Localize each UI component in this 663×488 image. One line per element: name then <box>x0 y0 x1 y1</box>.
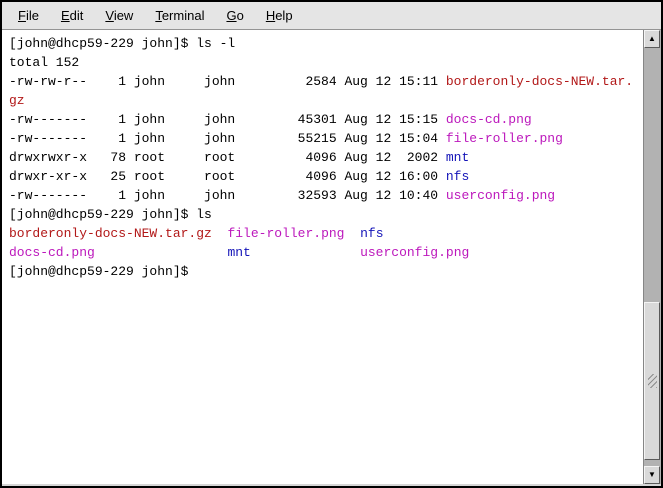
terminal-line: -rw-rw-r-- 1 john john 2584 Aug 12 15:11… <box>9 72 643 91</box>
terminal-output[interactable]: [john@dhcp59-229 john]$ ls -l total 152 -r… <box>2 30 643 484</box>
terminal-line: [john@dhcp59-229 john]$ <box>9 262 643 281</box>
terminal-text-segment: nfs <box>446 169 469 184</box>
terminal-text-segment: nfs <box>360 226 383 241</box>
terminal-text-segment: mnt <box>446 150 469 165</box>
terminal-line: docs-cd.png mnt userconfig.png <box>9 243 643 262</box>
terminal-text-segment: -rw------- 1 john john 55215 Aug 12 15:0… <box>9 131 446 146</box>
terminal-window: File Edit View Terminal Go Help [john@dh… <box>0 0 663 488</box>
terminal-text-segment: drwxr-xr-x 25 root root 4096 Aug 12 16:0… <box>9 169 446 184</box>
terminal-text-segment: [john@dhcp59-229 john]$ <box>9 264 196 279</box>
menu-item-label: F <box>18 8 26 23</box>
terminal-text-segment: gz <box>9 93 25 108</box>
menu-item-label: o <box>237 8 244 23</box>
terminal-body: [john@dhcp59-229 john]$ ls -l total 152 -r… <box>2 30 661 486</box>
terminal-text-segment: docs-cd.png <box>446 112 532 127</box>
menu-item-label: ile <box>26 8 39 23</box>
terminal-text-segment <box>95 245 228 260</box>
terminal-line: -rw------- 1 john john 45301 Aug 12 15:1… <box>9 110 643 129</box>
terminal-text-segment: file-roller.png <box>446 131 563 146</box>
menu-item-label: erminal <box>162 8 205 23</box>
terminal-line: borderonly-docs-NEW.tar.gz file-roller.p… <box>9 224 643 243</box>
menu-bar: File Edit View Terminal Go Help <box>2 2 661 30</box>
menu-item-label: V <box>105 8 113 23</box>
terminal-text-segment <box>212 226 228 241</box>
terminal-text-segment <box>251 245 360 260</box>
scrollbar-thumb[interactable] <box>644 302 660 460</box>
terminal-line: drwxrwxr-x 78 root root 4096 Aug 12 2002… <box>9 148 643 167</box>
menu-item-label: G <box>226 8 236 23</box>
terminal-line: -rw------- 1 john john 55215 Aug 12 15:0… <box>9 129 643 148</box>
terminal-text-segment: file-roller.png <box>227 226 344 241</box>
menu-item-label: iew <box>114 8 134 23</box>
terminal-text-segment: drwxrwxr-x 78 root root 4096 Aug 12 2002 <box>9 150 446 165</box>
terminal-line: [john@dhcp59-229 john]$ ls <box>9 205 643 224</box>
terminal-text-segment: [john@dhcp59-229 john]$ ls -l <box>9 36 235 51</box>
scroll-down-button[interactable]: ▼ <box>644 466 660 484</box>
scroll-up-icon: ▲ <box>648 35 656 43</box>
scrollbar-grip-icon <box>648 374 657 388</box>
scroll-up-button[interactable]: ▲ <box>644 30 660 48</box>
scroll-down-icon: ▼ <box>648 471 656 479</box>
terminal-line: -rw------- 1 john john 32593 Aug 12 10:4… <box>9 186 643 205</box>
menu-item-label: dit <box>70 8 84 23</box>
menu-item-go[interactable]: Go <box>215 5 254 26</box>
terminal-text-segment: borderonly-docs-NEW.tar. <box>446 74 633 89</box>
terminal-text-segment: -rw------- 1 john john 45301 Aug 12 15:1… <box>9 112 446 127</box>
menu-item-file[interactable]: File <box>7 5 50 26</box>
terminal-text-segment <box>344 226 360 241</box>
terminal-text-segment: userconfig.png <box>360 245 469 260</box>
terminal-text-segment: userconfig.png <box>446 188 555 203</box>
terminal-line: gz <box>9 91 643 110</box>
terminal-text-segment: -rw------- 1 john john 32593 Aug 12 10:4… <box>9 188 446 203</box>
menu-item-edit[interactable]: Edit <box>50 5 94 26</box>
terminal-line: [john@dhcp59-229 john]$ ls -l <box>9 34 643 53</box>
menu-item-terminal[interactable]: Terminal <box>144 5 215 26</box>
menu-item-view[interactable]: View <box>94 5 144 26</box>
terminal-text-segment: total 152 <box>9 55 79 70</box>
menu-item-help[interactable]: Help <box>255 5 304 26</box>
terminal-text-segment: docs-cd.png <box>9 245 95 260</box>
menu-item-label: E <box>61 8 70 23</box>
terminal-line: drwxr-xr-x 25 root root 4096 Aug 12 16:0… <box>9 167 643 186</box>
terminal-line: total 152 <box>9 53 643 72</box>
terminal-text-segment: mnt <box>227 245 250 260</box>
terminal-text-segment: -rw-rw-r-- 1 john john 2584 Aug 12 15:11 <box>9 74 446 89</box>
scrollbar[interactable]: ▲ ▼ <box>643 30 661 484</box>
menu-item-label: H <box>266 8 275 23</box>
terminal-text-segment: borderonly-docs-NEW.tar.gz <box>9 226 212 241</box>
menu-item-label: elp <box>275 8 292 23</box>
terminal-text-segment: [john@dhcp59-229 john]$ ls <box>9 207 212 222</box>
